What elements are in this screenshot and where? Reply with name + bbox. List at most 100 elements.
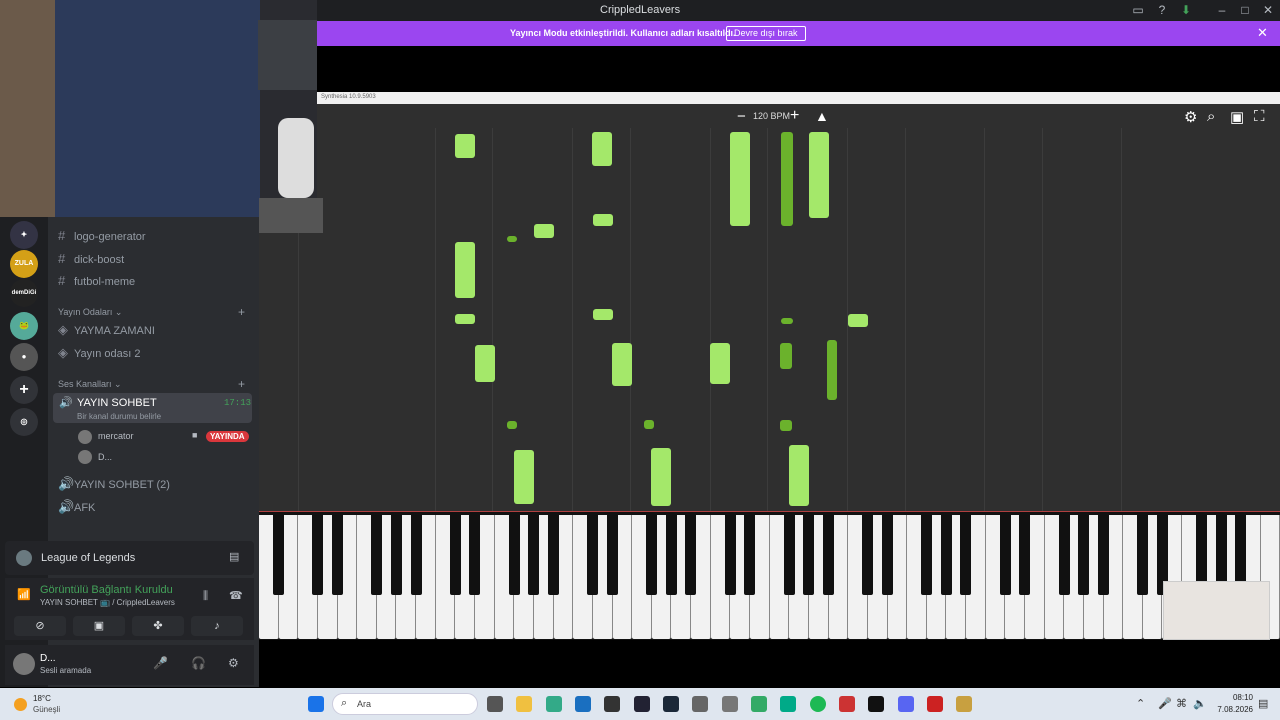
chart-icon[interactable]: ▣ <box>1230 108 1244 126</box>
fullscreen-icon[interactable]: ⛶ <box>1254 108 1265 125</box>
headphones-icon[interactable]: 🎧 <box>191 656 206 670</box>
network-icon[interactable]: ⌘ <box>1176 697 1187 710</box>
bpm-decrease-button[interactable]: − <box>737 108 746 125</box>
app-icon[interactable] <box>780 696 796 712</box>
microphone-icon[interactable]: 🎤 <box>1158 697 1172 710</box>
black-key[interactable] <box>1078 515 1090 595</box>
disconnect-icon[interactable]: ☎ <box>229 589 243 602</box>
voice-channel-active[interactable]: 🔊 YAYIN SOHBET 17:13 Bir kanal durumu be… <box>53 393 252 423</box>
channel-dick-boost[interactable]: # dick-boost <box>58 250 124 268</box>
voice-user-name[interactable]: mercator <box>98 431 134 441</box>
signal-icon[interactable]: 📶 <box>17 588 31 601</box>
channel-logo-generator[interactable]: # logo-generator <box>58 227 146 245</box>
black-key[interactable] <box>1058 515 1070 595</box>
black-key[interactable] <box>449 515 461 595</box>
clock-date[interactable]: 7.08.2026 <box>1213 705 1253 714</box>
activities-button[interactable]: ✤ <box>132 616 184 636</box>
help-icon[interactable]: ? <box>1155 3 1169 17</box>
settings-icon[interactable]: ⚙ <box>228 656 239 670</box>
channel-futbol-meme[interactable]: # futbol-meme <box>58 272 135 290</box>
stage-yayma-zamani[interactable]: ◈ YAYMA ZAMANI <box>58 321 155 339</box>
black-key[interactable] <box>783 515 795 595</box>
download-icon[interactable]: ⬇ <box>1179 3 1193 17</box>
notifications-icon[interactable]: ▤ <box>1258 697 1268 710</box>
black-key[interactable] <box>410 515 422 595</box>
black-key[interactable] <box>548 515 560 595</box>
black-key[interactable] <box>508 515 520 595</box>
black-key[interactable] <box>332 515 344 595</box>
steam-icon[interactable] <box>663 696 679 712</box>
black-key[interactable] <box>1137 515 1149 595</box>
avatar[interactable] <box>13 653 35 675</box>
disable-streamer-mode-button[interactable]: Devre dışı bırak <box>726 26 806 41</box>
activity-panel[interactable]: League of Legends ▤ <box>5 541 254 575</box>
metronome-icon[interactable]: ▲ <box>815 108 829 124</box>
black-key[interactable] <box>312 515 324 595</box>
black-key[interactable] <box>469 515 481 595</box>
screen-share-button[interactable]: ▣ <box>73 616 125 636</box>
app-icon[interactable] <box>839 696 855 712</box>
tray-overflow-icon[interactable]: ⌃ <box>1136 697 1145 710</box>
black-key[interactable] <box>999 515 1011 595</box>
black-key[interactable] <box>724 515 736 595</box>
connection-channel[interactable]: YAYIN SOHBET 📺 / CrippledLeavers <box>40 598 175 607</box>
black-key[interactable] <box>685 515 697 595</box>
black-key[interactable] <box>587 515 599 595</box>
black-key[interactable] <box>921 515 933 595</box>
league-icon[interactable] <box>956 696 972 712</box>
microphone-icon[interactable]: 🎤 <box>153 656 168 670</box>
server-icon[interactable]: ✦ <box>10 221 38 249</box>
share-icon[interactable]: ▤ <box>229 550 239 563</box>
app-icon[interactable] <box>927 696 943 712</box>
black-key[interactable] <box>881 515 893 595</box>
chrome-icon[interactable] <box>546 696 562 712</box>
outlook-icon[interactable] <box>575 696 591 712</box>
gear-icon[interactable]: ⚙ <box>1184 108 1197 126</box>
search-box[interactable]: ⌕ Ara <box>332 693 478 715</box>
clock-time[interactable]: 08:10 <box>1213 693 1253 702</box>
add-channel-icon[interactable]: + <box>238 377 245 391</box>
category-voice[interactable]: Ses Kanalları ⌄ <box>58 379 122 390</box>
app-icon[interactable] <box>634 696 650 712</box>
spotify-icon[interactable] <box>810 696 826 712</box>
black-key[interactable] <box>862 515 874 595</box>
black-key[interactable] <box>665 515 677 595</box>
channel-status[interactable]: Bir kanal durumu belirle <box>77 412 161 421</box>
black-key[interactable] <box>646 515 658 595</box>
server-zula[interactable]: ZULA <box>10 250 38 278</box>
app-icon[interactable] <box>868 696 884 712</box>
voice-yayin-sohbet-2[interactable]: 🔊YAYIN SOHBET (2) <box>58 475 170 493</box>
black-key[interactable] <box>1019 515 1031 595</box>
bpm-increase-button[interactable]: + <box>790 107 799 125</box>
server-pepe[interactable]: 🐸 <box>10 312 38 340</box>
volume-icon[interactable]: 🔈 <box>1193 697 1207 710</box>
black-key[interactable] <box>606 515 618 595</box>
black-key[interactable] <box>803 515 815 595</box>
black-key[interactable] <box>273 515 285 595</box>
app-icon[interactable] <box>751 696 767 712</box>
file-explorer-icon[interactable] <box>516 696 532 712</box>
inbox-icon[interactable]: ▭ <box>1131 3 1145 17</box>
calculator-icon[interactable] <box>692 696 708 712</box>
start-icon[interactable] <box>308 696 324 712</box>
discord-icon[interactable] <box>898 696 914 712</box>
add-server-icon[interactable]: + <box>10 376 38 404</box>
avatar[interactable] <box>78 430 92 444</box>
black-key[interactable] <box>960 515 972 595</box>
camera-off-button[interactable]: ⊘ <box>14 616 66 636</box>
server-current[interactable]: ● <box>10 343 38 371</box>
obs-icon[interactable] <box>604 696 620 712</box>
voice-user-name[interactable]: D... <box>98 452 112 462</box>
black-key[interactable] <box>528 515 540 595</box>
black-key[interactable] <box>822 515 834 595</box>
maximize-icon[interactable]: □ <box>1238 3 1252 17</box>
black-key[interactable] <box>390 515 402 595</box>
voice-afk[interactable]: 🔊AFK <box>58 498 95 516</box>
add-channel-icon[interactable]: + <box>238 305 245 319</box>
task-view-icon[interactable] <box>487 696 503 712</box>
weather-temp[interactable]: 18°C <box>33 694 51 703</box>
noise-suppression-icon[interactable]: ⫼ <box>203 590 208 603</box>
weather-icon[interactable] <box>14 698 27 711</box>
explore-icon[interactable]: ◎ <box>10 408 38 436</box>
banner-close-icon[interactable]: ✕ <box>1257 25 1268 41</box>
